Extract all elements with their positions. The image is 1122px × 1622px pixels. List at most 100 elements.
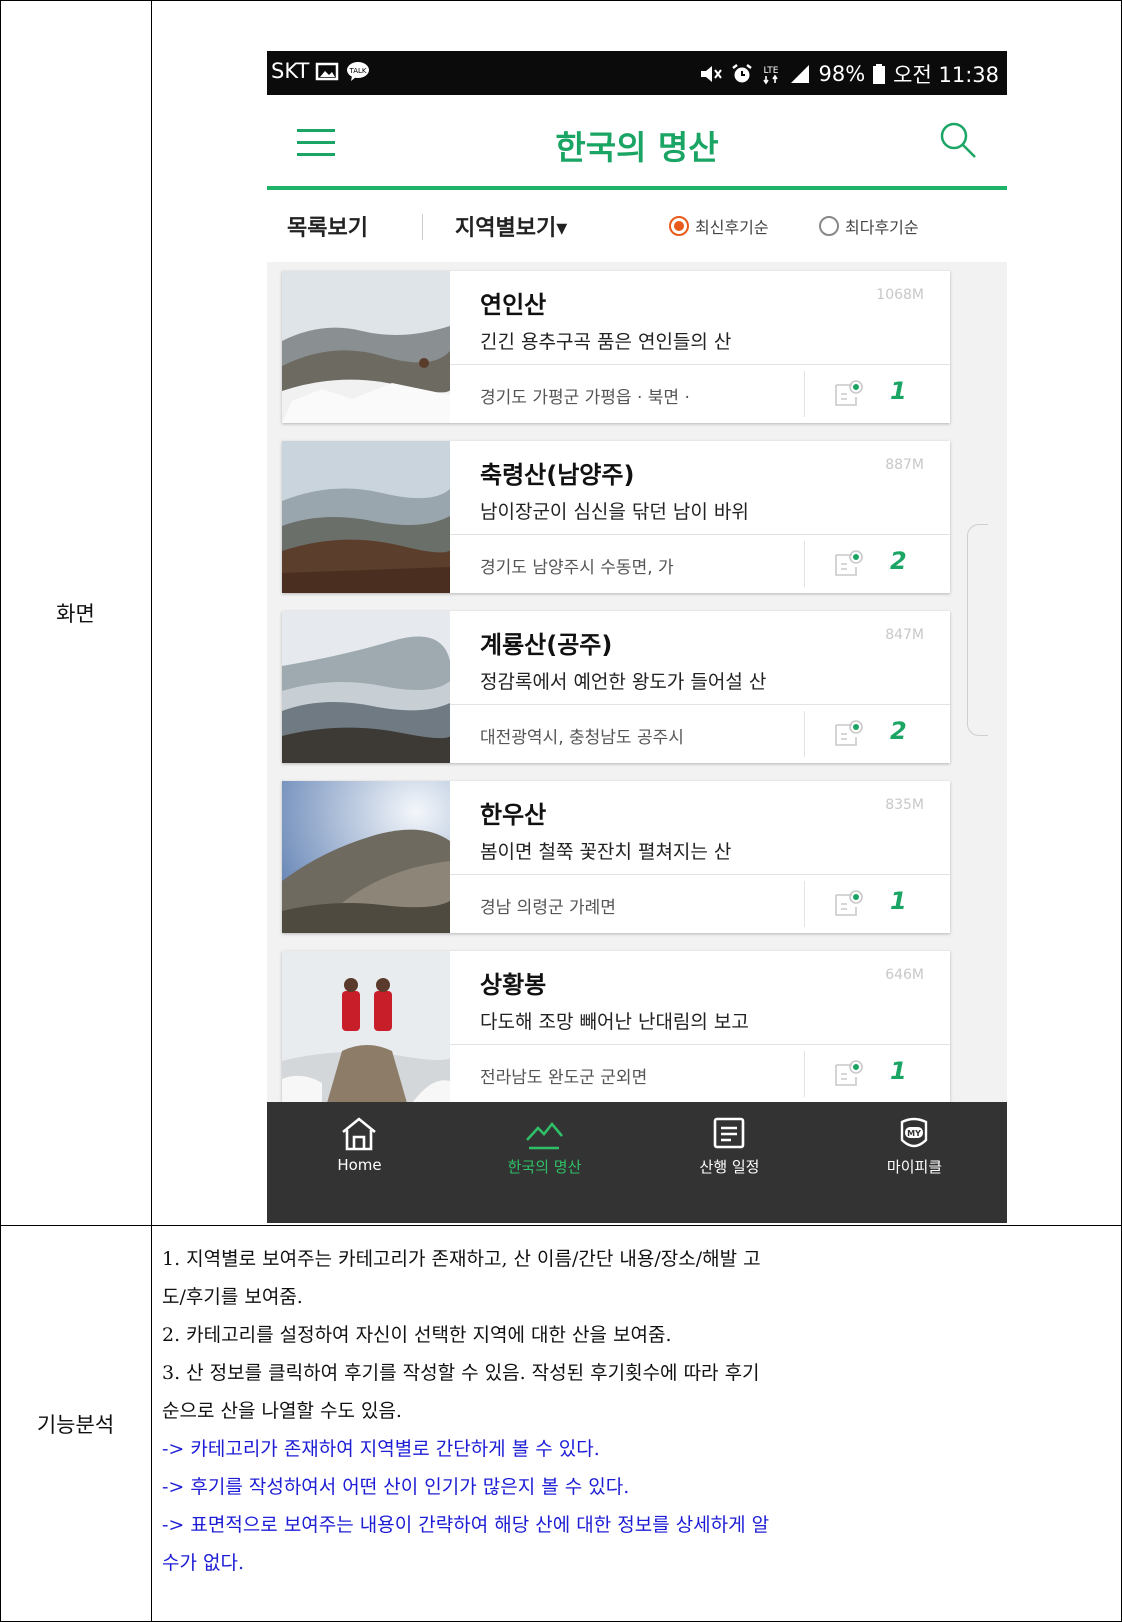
analysis-note: -> 카테고리가 존재하여 지역별로 간단하게 볼 수 있다.	[162, 1438, 600, 1460]
clock: 오전 11:38	[893, 63, 999, 87]
schedule-icon	[713, 1117, 745, 1149]
analysis-line: 도/후기를 보여줌.	[162, 1286, 303, 1308]
mountain-list: 연인산 1068M 긴긴 용추구곡 품은 연인들의 산 경기도 가평군 가평읍 …	[267, 262, 1007, 1103]
card-divider	[450, 1044, 950, 1045]
review-icon	[835, 1060, 863, 1086]
svg-text:MY: MY	[907, 1129, 921, 1138]
mountain-card[interactable]: 한우산 835M 봄이면 철쭉 꽃잔치 펼쳐지는 산 경남 의령군 가례면 1	[282, 781, 950, 933]
sort-latest-label: 최신후기순	[695, 218, 769, 237]
review-count: 1	[890, 1057, 907, 1085]
analysis-note: 수가 없다.	[162, 1552, 244, 1574]
mountain-altitude: 646M	[885, 967, 924, 983]
battery-icon	[873, 64, 886, 84]
mountain-name: 축령산(남양주)	[480, 461, 635, 489]
scroll-indicator[interactable]	[967, 524, 988, 736]
card-vertical-divider	[804, 881, 805, 927]
mountain-altitude: 1068M	[876, 287, 924, 303]
mountain-card[interactable]: 상황봉 646M 다도해 조망 빼어난 난대림의 보고 전라남도 완도군 군외면…	[282, 951, 950, 1103]
review-count: 1	[890, 887, 907, 915]
review-count: 1	[890, 377, 907, 405]
mountain-icon	[526, 1121, 563, 1150]
app-screenshot: SKT TALK LTE 98% 오전 11:38 한국의 명산 목록보기 지역…	[267, 51, 1007, 1223]
mountain-photo	[282, 951, 450, 1103]
card-vertical-divider	[804, 1051, 805, 1097]
sort-most-radio[interactable]: 최다후기순	[819, 214, 919, 238]
home-icon	[342, 1117, 376, 1151]
analysis-note: -> 표면적으로 보여주는 내용이 간략하여 해당 산에 대한 정보를 상세하게…	[162, 1514, 770, 1536]
review-icon	[835, 720, 863, 746]
filter-divider	[422, 214, 423, 240]
radio-unselected-icon	[819, 216, 839, 236]
signal-icon	[791, 65, 810, 83]
sort-most-label: 최다후기순	[845, 218, 919, 237]
mountain-photo	[282, 781, 450, 933]
app-title: 한국의 명산	[555, 128, 719, 167]
status-bar: SKT TALK LTE 98% 오전 11:38	[267, 51, 1007, 95]
mountain-card[interactable]: 축령산(남양주) 887M 남이장군이 심신을 닦던 남이 바위 경기도 남양주…	[282, 441, 950, 593]
nav-home-label: Home	[337, 1156, 382, 1174]
nav-mountains-label: 한국의 명산	[507, 1158, 582, 1176]
gallery-icon	[316, 62, 339, 81]
mountain-location: 전라남도 완도군 군외면	[480, 1068, 648, 1088]
card-divider	[450, 704, 950, 705]
mountain-altitude: 887M	[885, 457, 924, 473]
filter-bar: 목록보기 지역별보기▾ 최신후기순 최다후기순	[267, 190, 1007, 262]
analysis-line: 1. 지역별로 보여주는 카테고리가 존재하고, 산 이름/간단 내용/장소/해…	[162, 1248, 761, 1270]
feature-analysis: 1. 지역별로 보여주는 카테고리가 존재하고, 산 이름/간단 내용/장소/해…	[162, 1240, 1102, 1582]
card-divider	[450, 874, 950, 875]
nav-my[interactable]: MY 마이피클	[822, 1102, 1007, 1223]
mountain-description: 봄이면 철쭉 꽃잔치 펼쳐지는 산	[480, 841, 732, 863]
mute-icon	[701, 66, 723, 82]
carrier-label: SKT	[271, 59, 310, 83]
nav-schedule-label: 산행 일정	[699, 1158, 760, 1176]
mountain-name: 계룡산(공주)	[480, 631, 613, 659]
mountain-description: 남이장군이 심신을 닦던 남이 바위	[480, 501, 749, 523]
table-column-divider	[151, 0, 152, 1622]
mountain-card[interactable]: 연인산 1068M 긴긴 용추구곡 품은 연인들의 산 경기도 가평군 가평읍 …	[282, 271, 950, 423]
svg-text:TALK: TALK	[349, 67, 367, 75]
review-count: 2	[890, 547, 907, 575]
nav-schedule[interactable]: 산행 일정	[637, 1102, 822, 1223]
card-divider	[450, 534, 950, 535]
bottom-nav: Home 한국의 명산 산행 일정 MY 마이피클	[267, 1102, 1007, 1223]
table-border-top	[0, 0, 1122, 1]
mountain-photo	[282, 271, 450, 423]
mountain-description: 다도해 조망 빼어난 난대림의 보고	[480, 1011, 749, 1033]
svg-text:LTE: LTE	[764, 66, 779, 76]
mountain-description: 긴긴 용추구곡 품은 연인들의 산	[480, 331, 732, 353]
table-row-divider	[0, 1225, 1122, 1226]
lte-icon: LTE	[763, 66, 779, 85]
sort-latest-radio[interactable]: 최신후기순	[669, 214, 769, 238]
mountain-altitude: 835M	[885, 797, 924, 813]
nav-mountains[interactable]: 한국의 명산	[452, 1102, 637, 1223]
nav-my-label: 마이피클	[886, 1158, 943, 1176]
list-view-tab[interactable]: 목록보기	[287, 210, 368, 242]
battery-percent: 98%	[818, 62, 866, 86]
row-label-analysis: 기능분석	[36, 1412, 115, 1437]
alarm-icon	[732, 64, 753, 83]
nav-home[interactable]: Home	[267, 1102, 452, 1223]
mountain-altitude: 847M	[885, 627, 924, 643]
row-label-screen: 화면	[56, 601, 95, 626]
card-divider	[450, 364, 950, 365]
region-view-dropdown[interactable]: 지역별보기▾	[455, 210, 567, 242]
analysis-line: 3. 산 정보를 클릭하여 후기를 작성할 수 있음. 작성된 후기횟수에 따라…	[162, 1362, 760, 1384]
mountain-location: 대전광역시, 충청남도 공주시	[480, 728, 684, 748]
card-vertical-divider	[804, 371, 805, 417]
review-icon	[835, 380, 863, 406]
review-count: 2	[890, 717, 907, 745]
analysis-note: -> 후기를 작성하여서 어떤 산이 인기가 많은지 볼 수 있다.	[162, 1476, 630, 1498]
mountain-location: 경남 의령군 가례면	[480, 898, 616, 918]
mountain-name: 상황봉	[480, 971, 547, 999]
mountain-description: 정감록에서 예언한 왕도가 들어설 산	[480, 671, 767, 693]
app-bar: 한국의 명산	[267, 95, 1007, 190]
mountain-name: 한우산	[480, 801, 547, 829]
my-icon: MY	[900, 1117, 928, 1148]
mountain-photo	[282, 441, 450, 593]
analysis-line: 2. 카테고리를 설정하여 자신이 선택한 지역에 대한 산을 보여줌.	[162, 1324, 672, 1346]
card-vertical-divider	[804, 711, 805, 757]
search-icon[interactable]	[939, 121, 977, 159]
mountain-name: 연인산	[480, 291, 547, 319]
mountain-photo	[282, 611, 450, 763]
mountain-card[interactable]: 계룡산(공주) 847M 정감록에서 예언한 왕도가 들어설 산 대전광역시, …	[282, 611, 950, 763]
